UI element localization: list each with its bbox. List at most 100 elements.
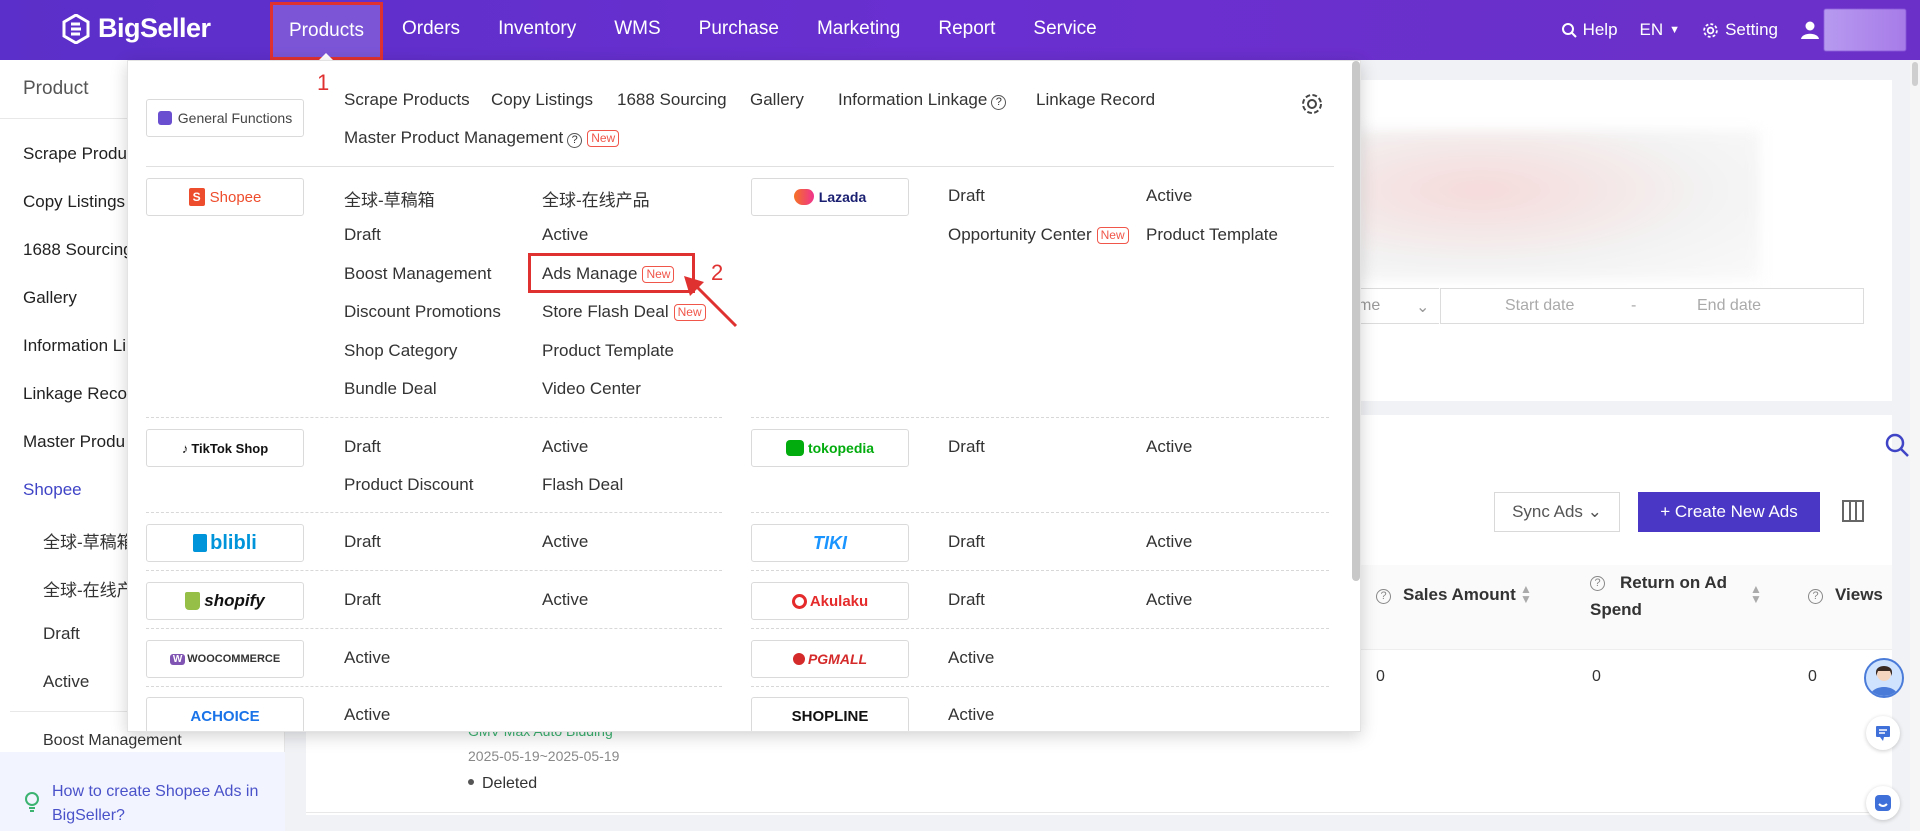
divider bbox=[751, 686, 1329, 687]
platform-tiki[interactable]: TIKI bbox=[751, 524, 909, 562]
platform-tiktok-shop[interactable]: ♪ TikTok Shop bbox=[146, 429, 304, 467]
menu-shopee-shop-category[interactable]: Shop Category bbox=[344, 341, 457, 361]
language-selector[interactable]: EN ▼ bbox=[1640, 20, 1681, 40]
sidebar-item-scrape-products[interactable]: Scrape Produ bbox=[23, 144, 127, 164]
menu-blibli-active[interactable]: Active bbox=[542, 532, 588, 552]
dropdown-scrollbar[interactable] bbox=[1352, 61, 1360, 581]
sidebar-item-shopee[interactable]: Shopee bbox=[23, 480, 82, 500]
menu-shopee-video-center[interactable]: Video Center bbox=[542, 379, 641, 399]
menu-blibli-draft[interactable]: Draft bbox=[344, 532, 381, 552]
bigseller-logo[interactable]: BigSeller bbox=[62, 13, 211, 44]
sidebar-item-copy-listings[interactable]: Copy Listings bbox=[23, 192, 125, 212]
nav-purchase[interactable]: Purchase bbox=[680, 0, 798, 60]
menu-shopee-product-template[interactable]: Product Template bbox=[542, 341, 674, 361]
nav-wms[interactable]: WMS bbox=[595, 0, 679, 60]
user-icon[interactable] bbox=[1800, 20, 1820, 40]
platform-shopline[interactable]: SHOPLINE bbox=[751, 697, 909, 731]
menu-shopify-draft[interactable]: Draft bbox=[344, 590, 381, 610]
menu-shopee-global-online[interactable]: 全球-在线产品 bbox=[542, 186, 650, 211]
end-date-input[interactable]: End date bbox=[1697, 297, 1761, 315]
columns-icon[interactable] bbox=[1841, 499, 1865, 523]
menu-shopee-active[interactable]: Active bbox=[542, 225, 588, 245]
platform-shopee[interactable]: S Shopee bbox=[146, 178, 304, 216]
menu-lazada-opportunity-center[interactable]: Opportunity Center New bbox=[948, 225, 1129, 245]
menu-lazada-product-template[interactable]: Product Template bbox=[1146, 225, 1278, 245]
page-scrollbar-thumb[interactable] bbox=[1912, 62, 1918, 86]
sidebar-item-gallery[interactable]: Gallery bbox=[23, 288, 77, 308]
sync-ads-button[interactable]: Sync Ads ⌄ bbox=[1494, 492, 1620, 532]
sidebar-item-linkage-record[interactable]: Linkage Recor bbox=[23, 384, 133, 404]
menu-copy-listings[interactable]: Copy Listings bbox=[491, 90, 593, 110]
menu-tiktok-active[interactable]: Active bbox=[542, 437, 588, 457]
search-icon[interactable] bbox=[1884, 432, 1910, 458]
sidebar-subitem-draft[interactable]: Draft bbox=[43, 624, 80, 644]
user-account-name[interactable] bbox=[1824, 9, 1906, 51]
nav-report[interactable]: Report bbox=[919, 0, 1014, 60]
platform-tokopedia[interactable]: tokopedia bbox=[751, 429, 909, 467]
menu-scrape-products[interactable]: Scrape Products bbox=[344, 90, 470, 110]
menu-achoice-active[interactable]: Active bbox=[344, 705, 390, 725]
date-range-picker[interactable]: Start date - End date bbox=[1440, 288, 1864, 324]
sidebar-subitem-global-online[interactable]: 全球-在线产 bbox=[43, 576, 134, 601]
platform-achoice[interactable]: ACHOICE bbox=[146, 697, 304, 731]
sidebar-subitem-active[interactable]: Active bbox=[43, 672, 89, 692]
sidebar-subitem-boost-management[interactable]: Boost Management bbox=[43, 732, 182, 750]
chat-button[interactable] bbox=[1866, 716, 1900, 750]
menu-tiktok-draft[interactable]: Draft bbox=[344, 437, 381, 457]
platform-pgmall[interactable]: PGMALL bbox=[751, 640, 909, 678]
menu-shopee-boost-management[interactable]: Boost Management bbox=[344, 264, 491, 284]
menu-shopee-global-draft[interactable]: 全球-草稿箱 bbox=[344, 186, 435, 211]
blibli-bag-icon bbox=[193, 534, 208, 552]
menu-shopee-bundle-deal[interactable]: Bundle Deal bbox=[344, 379, 437, 399]
menu-gallery[interactable]: Gallery bbox=[750, 90, 804, 110]
menu-tokopedia-draft[interactable]: Draft bbox=[948, 437, 985, 457]
menu-tokopedia-active[interactable]: Active bbox=[1146, 437, 1192, 457]
menu-pgmall-active[interactable]: Active bbox=[948, 648, 994, 668]
menu-lazada-draft[interactable]: Draft bbox=[948, 186, 985, 206]
menu-tiki-draft[interactable]: Draft bbox=[948, 532, 985, 552]
sort-icon[interactable]: ▲ ▼ bbox=[1750, 583, 1762, 605]
menu-akulaku-active[interactable]: Active bbox=[1146, 590, 1192, 610]
menu-master-product-management[interactable]: Master Product Management? New bbox=[344, 128, 620, 148]
nav-inventory[interactable]: Inventory bbox=[479, 0, 595, 60]
menu-tiktok-product-discount[interactable]: Product Discount bbox=[344, 475, 473, 495]
time-type-select[interactable]: me ⌄ bbox=[1355, 288, 1439, 324]
menu-1688-sourcing[interactable]: 1688 Sourcing bbox=[617, 90, 727, 110]
support-avatar[interactable] bbox=[1864, 658, 1904, 698]
col-sales-amount[interactable]: Sales Amount bbox=[1403, 585, 1516, 605]
platform-woocommerce[interactable]: W WOOCOMMERCE bbox=[146, 640, 304, 678]
gear-icon[interactable] bbox=[1300, 92, 1324, 116]
platform-blibli[interactable]: blibli bbox=[146, 524, 304, 562]
menu-linkage-record[interactable]: Linkage Record bbox=[1036, 90, 1155, 110]
nav-products[interactable]: Products bbox=[270, 1, 383, 60]
menu-tiktok-flash-deal[interactable]: Flash Deal bbox=[542, 475, 623, 495]
nav-marketing[interactable]: Marketing bbox=[798, 0, 919, 60]
create-new-ads-button[interactable]: + Create New Ads bbox=[1638, 492, 1820, 532]
col-views[interactable]: Views bbox=[1835, 585, 1883, 605]
menu-shopify-active[interactable]: Active bbox=[542, 590, 588, 610]
menu-shopee-draft[interactable]: Draft bbox=[344, 225, 381, 245]
menu-information-linkage[interactable]: Information Linkage? bbox=[838, 90, 1007, 110]
nav-service[interactable]: Service bbox=[1014, 0, 1115, 60]
platform-lazada[interactable]: Lazada bbox=[751, 178, 909, 216]
menu-woo-active[interactable]: Active bbox=[344, 648, 390, 668]
platform-shopify[interactable]: shopify bbox=[146, 582, 304, 620]
menu-lazada-active[interactable]: Active bbox=[1146, 186, 1192, 206]
nav-orders[interactable]: Orders bbox=[383, 0, 479, 60]
menu-tiki-active[interactable]: Active bbox=[1146, 532, 1192, 552]
sidebar-item-information-linkage[interactable]: Information Li bbox=[23, 336, 126, 356]
menu-akulaku-draft[interactable]: Draft bbox=[948, 590, 985, 610]
col-roas-line1[interactable]: Return on Ad bbox=[1620, 573, 1727, 593]
start-date-input[interactable]: Start date bbox=[1505, 297, 1574, 315]
help-link[interactable]: Help bbox=[1561, 20, 1618, 40]
sidebar-help-link[interactable]: How to create Shopee Ads in BigSeller? bbox=[52, 780, 272, 828]
menu-shopline-active[interactable]: Active bbox=[948, 705, 994, 725]
sort-icon[interactable]: ▲ ▼ bbox=[1520, 583, 1532, 605]
menu-shopee-discount-promotions[interactable]: Discount Promotions bbox=[344, 302, 501, 322]
setting-link[interactable]: Setting bbox=[1702, 20, 1778, 40]
platform-akulaku[interactable]: Akulaku bbox=[751, 582, 909, 620]
feedback-button[interactable] bbox=[1866, 786, 1900, 820]
sidebar-subitem-global-draft[interactable]: 全球-草稿箱 bbox=[43, 528, 134, 553]
sidebar-item-master-product[interactable]: Master Produ bbox=[23, 432, 125, 452]
sidebar-item-1688-sourcing[interactable]: 1688 Sourcing bbox=[23, 240, 133, 260]
